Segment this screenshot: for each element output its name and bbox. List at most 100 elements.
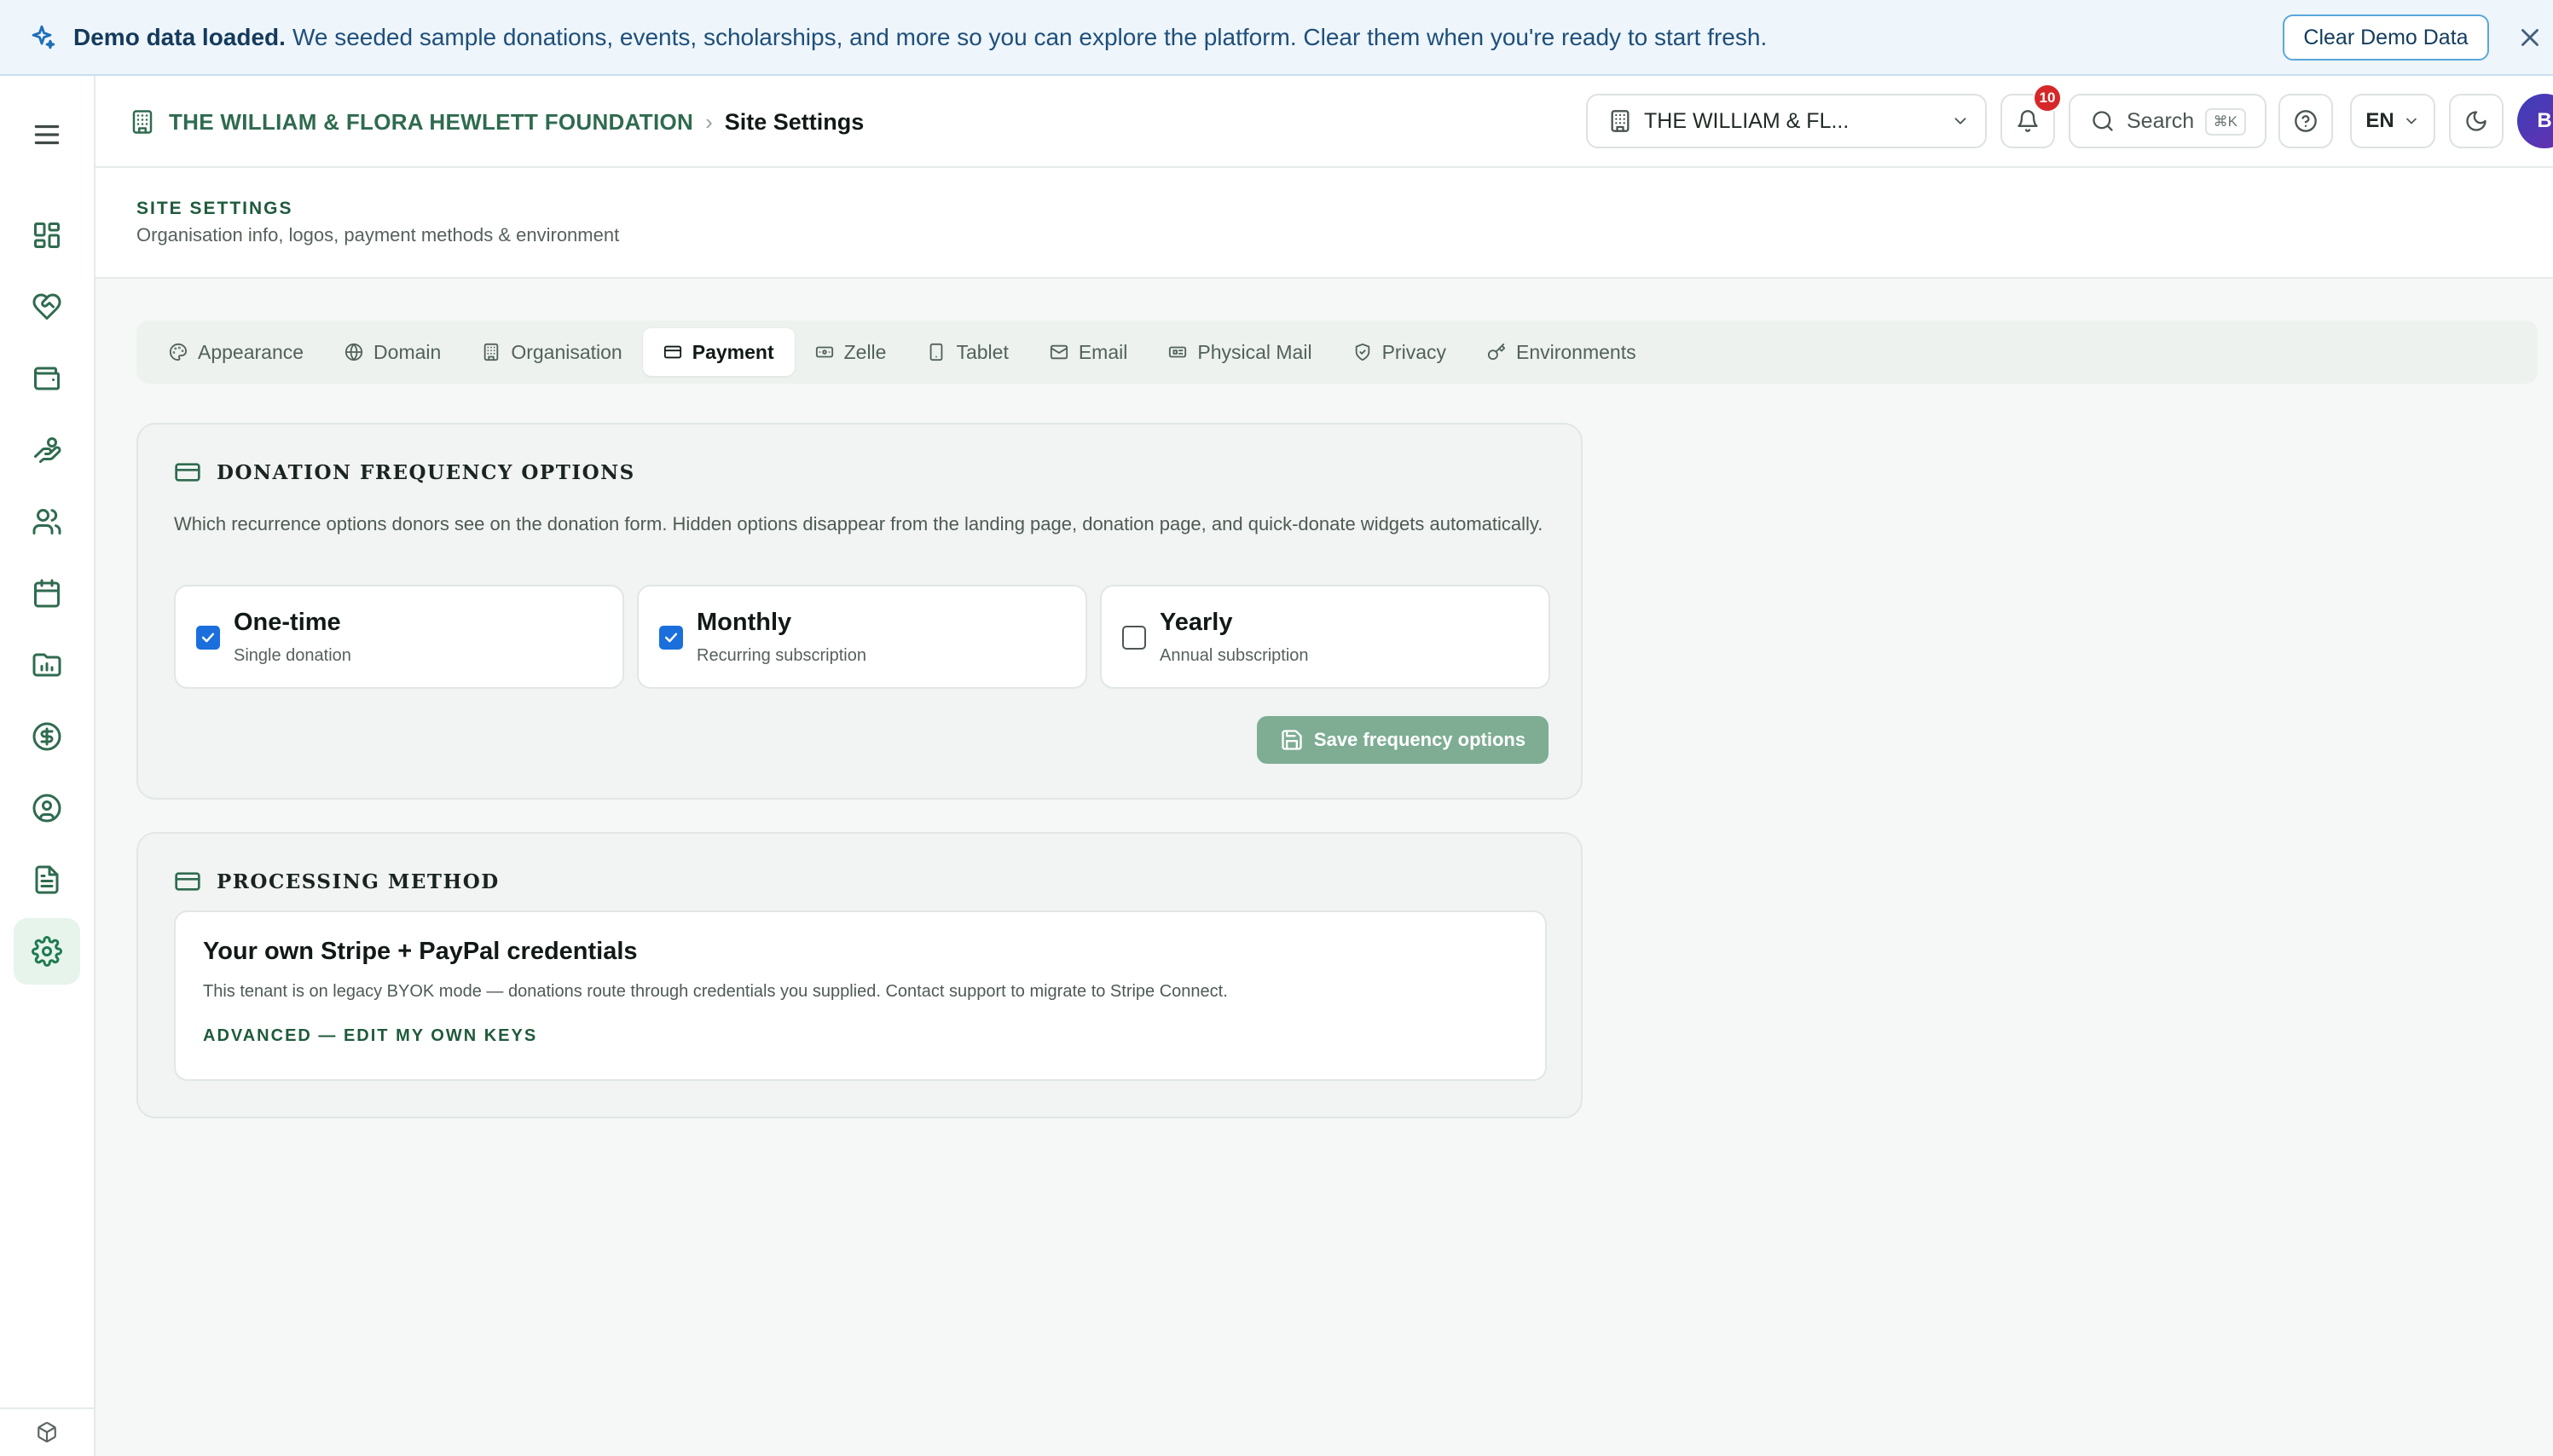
org-switcher[interactable]: THE WILLIAM & FL... bbox=[1586, 94, 1987, 148]
help-circle-icon bbox=[2295, 110, 2317, 132]
avatar[interactable]: B bbox=[2517, 94, 2553, 148]
theme-toggle[interactable] bbox=[2449, 94, 2504, 148]
banner-message: We seeded sample donations, events, scho… bbox=[292, 23, 1768, 50]
credit-card-icon bbox=[175, 463, 200, 482]
card-title: DONATION FREQUENCY OPTIONS bbox=[217, 460, 635, 484]
card-header: PROCESSING METHOD bbox=[174, 868, 500, 895]
heart-handshake-icon bbox=[32, 293, 61, 320]
tab-label: Tablet bbox=[956, 340, 1009, 363]
search-label: Search bbox=[2127, 108, 2195, 133]
donation-frequency-card: DONATION FREQUENCY OPTIONS Which recurre… bbox=[136, 423, 1583, 800]
processing-method-panel: Your own Stripe + PayPal credentials Thi… bbox=[174, 910, 1547, 1081]
sidebar bbox=[0, 76, 96, 1456]
option-hint: Recurring subscription bbox=[697, 646, 866, 665]
top-header: THE WILLIAM & FLORA HEWLETT FOUNDATION ›… bbox=[96, 76, 2553, 168]
sidebar-item-wallet[interactable] bbox=[14, 345, 80, 412]
option-hint: Annual subscription bbox=[1160, 646, 1309, 665]
tab-label: Appearance bbox=[198, 340, 304, 363]
users-icon bbox=[32, 509, 61, 534]
check-icon bbox=[664, 633, 678, 643]
tab-label: Environments bbox=[1515, 340, 1636, 363]
frequency-option-one-time[interactable]: One-time Single donation bbox=[174, 585, 624, 689]
notification-count-badge: 10 bbox=[2033, 84, 2062, 113]
wallet-icon bbox=[34, 367, 60, 390]
save-frequency-options-button[interactable]: Save frequency options bbox=[1257, 716, 1549, 764]
sidebar-item-reports[interactable] bbox=[14, 632, 80, 698]
frequency-option-monthly[interactable]: Monthly Recurring subscription bbox=[637, 585, 1087, 689]
checkbox-monthly[interactable] bbox=[659, 626, 683, 650]
sidebar-item-dashboard[interactable] bbox=[14, 202, 80, 269]
shield-icon bbox=[1355, 343, 1369, 361]
banner-text: Demo data loaded. We seeded sample donati… bbox=[73, 24, 1767, 51]
checkbox-one-time[interactable] bbox=[196, 626, 220, 650]
tab-label: Physical Mail bbox=[1197, 340, 1312, 363]
tab-organisation[interactable]: Organisation bbox=[461, 328, 642, 376]
section-subtitle: Organisation info, logos, payment method… bbox=[136, 224, 620, 246]
card-title: PROCESSING METHOD bbox=[217, 870, 500, 893]
credit-card-icon bbox=[663, 345, 681, 359]
tab-physical-mail[interactable]: Physical Mail bbox=[1148, 328, 1332, 376]
settings-tabs: Appearance Domain Organisation Payment Z… bbox=[136, 321, 2538, 384]
tab-label: Email bbox=[1078, 340, 1128, 363]
sidebar-item-finance[interactable] bbox=[14, 703, 80, 770]
tab-label: Zelle bbox=[843, 340, 887, 363]
help-button[interactable] bbox=[2278, 94, 2333, 148]
section-eyebrow: SITE SETTINGS bbox=[136, 199, 293, 218]
checkbox-yearly[interactable] bbox=[1122, 626, 1146, 650]
tab-label: Domain bbox=[373, 340, 442, 363]
tab-label: Privacy bbox=[1381, 340, 1446, 363]
breadcrumb-org[interactable]: THE WILLIAM & FLORA HEWLETT FOUNDATION bbox=[169, 109, 693, 136]
tab-domain[interactable]: Domain bbox=[324, 328, 461, 376]
tablet-icon bbox=[930, 343, 943, 361]
sidebar-item-documents[interactable] bbox=[14, 846, 80, 913]
tab-label: Organisation bbox=[511, 340, 622, 363]
sidebar-item-events[interactable] bbox=[14, 560, 80, 627]
moon-icon bbox=[2466, 111, 2486, 131]
tab-tablet[interactable]: Tablet bbox=[906, 328, 1028, 376]
hand-coins-icon bbox=[34, 437, 61, 463]
dollar-circle-icon bbox=[32, 722, 61, 751]
tab-privacy[interactable]: Privacy bbox=[1333, 328, 1467, 376]
option-name: Monthly bbox=[697, 609, 792, 636]
chevron-down-icon bbox=[2405, 118, 2417, 124]
language-label: EN bbox=[2365, 109, 2394, 132]
cube-icon[interactable] bbox=[36, 1421, 58, 1443]
gear-icon bbox=[32, 936, 62, 967]
chevron-down-icon bbox=[1954, 118, 1966, 124]
option-name: One-time bbox=[234, 609, 341, 636]
breadcrumb-separator: › bbox=[705, 108, 713, 135]
menu-icon[interactable] bbox=[31, 118, 63, 151]
org-switcher-label: THE WILLIAM & FL... bbox=[1644, 108, 1850, 133]
sidebar-item-donations[interactable] bbox=[14, 274, 80, 340]
building-icon bbox=[484, 343, 499, 361]
method-title: Your own Stripe + PayPal credentials bbox=[203, 938, 638, 965]
folder-chart-icon bbox=[32, 653, 61, 677]
tab-appearance[interactable]: Appearance bbox=[148, 328, 324, 376]
sidebar-item-profile[interactable] bbox=[14, 775, 80, 841]
tab-zelle[interactable]: Zelle bbox=[795, 328, 907, 376]
close-icon[interactable] bbox=[2515, 23, 2544, 52]
key-icon bbox=[1487, 343, 1506, 361]
search-shortcut: ⌘K bbox=[2204, 108, 2246, 136]
sidebar-item-settings[interactable] bbox=[14, 918, 80, 985]
language-selector[interactable]: EN bbox=[2350, 94, 2435, 148]
edit-own-keys-link[interactable]: ADVANCED — EDIT MY OWN KEYS bbox=[203, 1026, 537, 1046]
notifications-button[interactable]: 10 bbox=[2000, 84, 2062, 148]
breadcrumb: THE WILLIAM & FLORA HEWLETT FOUNDATION ›… bbox=[130, 76, 864, 168]
sidebar-item-grants[interactable] bbox=[14, 417, 80, 483]
page-title: Site Settings bbox=[724, 108, 865, 135]
document-icon bbox=[35, 865, 59, 894]
demo-data-banner: Demo data loaded. We seeded sample donati… bbox=[0, 0, 2553, 76]
sidebar-item-users[interactable] bbox=[14, 488, 80, 555]
credit-card-icon bbox=[175, 872, 200, 891]
tab-email[interactable]: Email bbox=[1029, 328, 1149, 376]
search-icon bbox=[2093, 111, 2113, 131]
frequency-option-yearly[interactable]: Yearly Annual subscription bbox=[1100, 585, 1550, 689]
stamp-icon bbox=[1169, 346, 1187, 358]
tab-payment[interactable]: Payment bbox=[642, 328, 795, 376]
card-description: Which recurrence options donors see on t… bbox=[174, 513, 1543, 534]
tab-environments[interactable]: Environments bbox=[1467, 328, 1657, 376]
search-button[interactable]: Search ⌘K bbox=[2069, 94, 2266, 148]
clear-demo-data-button[interactable]: Clear Demo Data bbox=[2283, 14, 2489, 61]
method-description: This tenant is on legacy BYOK mode — don… bbox=[203, 982, 1228, 1001]
